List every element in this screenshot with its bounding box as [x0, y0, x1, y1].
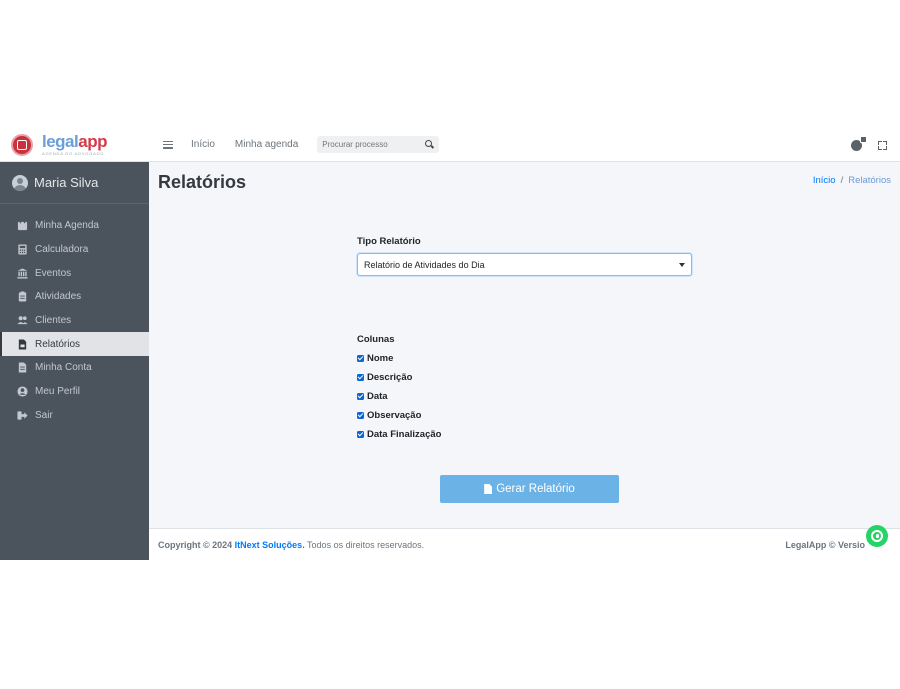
sidebar-item-label: Meu Perfil: [35, 386, 81, 398]
sidebar-item-minha-conta[interactable]: Minha Conta: [0, 356, 149, 380]
chevron-down-icon: [679, 262, 685, 267]
breadcrumb: Início / Relatórios: [813, 175, 891, 186]
user-notification-icon[interactable]: [851, 135, 867, 151]
tipo-relatorio-group: Tipo Relatório Relatório de Atividades d…: [357, 236, 692, 276]
breadcrumb-home[interactable]: Início: [813, 175, 836, 186]
tipo-relatorio-label: Tipo Relatório: [357, 236, 421, 247]
checkbox-label: Observação: [367, 409, 422, 421]
whatsapp-icon[interactable]: [866, 525, 888, 547]
sidebar: legalapp AGENDA DO ADVOGADO Maria Silva …: [0, 128, 149, 560]
top-link-minha-agenda[interactable]: Minha agenda: [235, 139, 298, 150]
colunas-group: Colunas Nome Descrição Data Observação D…: [357, 334, 441, 440]
copyright-text: Copyright © 2024: [158, 539, 233, 550]
sign-out-icon: [16, 409, 28, 421]
search-box: [317, 136, 440, 153]
main-content: Relatórios Início / Relatórios Tipo Rela…: [149, 162, 900, 527]
checkbox-label: Descrição: [367, 371, 413, 383]
checkbox-label: Nome: [367, 352, 394, 364]
sidebar-item-sair[interactable]: Sair: [0, 404, 149, 428]
sidebar-item-label: Relatórios: [35, 338, 81, 350]
menu-toggle-icon[interactable]: [163, 140, 173, 149]
checkbox-nome[interactable]: [357, 354, 364, 362]
sidebar-item-label: Atividades: [35, 291, 82, 303]
search-input[interactable]: [322, 140, 419, 149]
brand-name: legalapp: [42, 131, 107, 151]
user-panel[interactable]: Maria Silva: [0, 162, 149, 204]
colunas-option-data-finalizacao[interactable]: Data Finalização: [357, 428, 441, 440]
breadcrumb-current: Relatórios: [848, 175, 891, 186]
colunas-option-observacao[interactable]: Observação: [357, 409, 441, 421]
footer-version: LegalApp © Versio: [785, 539, 865, 550]
breadcrumb-separator: /: [840, 175, 844, 186]
brand-name-part1: legal: [42, 131, 79, 151]
footer-copyright: Copyright © 2024 ItNext Soluções. Todos …: [158, 540, 424, 550]
tipo-relatorio-value: Relatório de Atividades do Dia: [364, 259, 485, 270]
sidebar-item-clientes[interactable]: Clientes: [0, 309, 149, 333]
calendar-icon: [16, 220, 28, 232]
users-icon: [16, 315, 28, 327]
sidebar-item-label: Minha Conta: [35, 362, 92, 374]
file-pdf-icon: [484, 484, 493, 494]
search-icon[interactable]: [425, 140, 434, 149]
topbar: Início Minha agenda: [149, 128, 900, 162]
clipboard-icon: [16, 291, 28, 303]
top-link-inicio[interactable]: Início: [191, 139, 215, 150]
sidebar-item-label: Eventos: [35, 267, 72, 279]
checkbox-label: Data Finalização: [367, 428, 442, 440]
topbar-right: [851, 128, 887, 162]
sidebar-item-meu-perfil[interactable]: Meu Perfil: [0, 380, 149, 404]
tipo-relatorio-select[interactable]: Relatório de Atividades do Dia: [357, 253, 692, 276]
checkbox-data[interactable]: [357, 392, 364, 400]
fullscreen-icon[interactable]: [878, 140, 887, 150]
file-invoice-icon: [16, 362, 28, 374]
gerar-relatorio-label: Gerar Relatório: [496, 483, 575, 495]
calculator-icon: [16, 244, 28, 256]
colunas-option-nome[interactable]: Nome: [357, 352, 441, 364]
sidebar-item-label: Clientes: [35, 315, 72, 327]
footer: Copyright © 2024 ItNext Soluções. Todos …: [149, 528, 900, 560]
sidebar-item-calculadora[interactable]: Calculadora: [0, 238, 149, 262]
colunas-option-data[interactable]: Data: [357, 390, 441, 402]
checkbox-label: Data: [367, 390, 388, 402]
checkbox-observacao[interactable]: [357, 411, 364, 419]
user-circle-icon: [16, 386, 28, 398]
page-title: Relatórios: [158, 172, 247, 192]
notification-badge: [860, 135, 867, 143]
sidebar-item-eventos[interactable]: Eventos: [0, 261, 149, 285]
brand-logo-area[interactable]: legalapp AGENDA DO ADVOGADO: [0, 128, 149, 162]
app-window: legalapp AGENDA DO ADVOGADO Maria Silva …: [0, 128, 900, 560]
brand-text: legalapp AGENDA DO ADVOGADO: [42, 131, 107, 156]
sidebar-item-relatorios[interactable]: Relatórios: [0, 332, 149, 357]
landmark-icon: [16, 267, 28, 279]
colunas-option-descricao[interactable]: Descrição: [357, 371, 441, 383]
file-pdf-icon: [16, 338, 28, 350]
sidebar-item-label: Minha Agenda: [35, 220, 99, 232]
gerar-relatorio-button[interactable]: Gerar Relatório: [440, 475, 619, 503]
sidebar-item-atividades[interactable]: Atividades: [0, 285, 149, 309]
brand-tagline: AGENDA DO ADVOGADO: [42, 150, 105, 156]
sidebar-nav: Minha Agenda Calculadora Eventos Ativida…: [0, 204, 149, 427]
rights-text: Todos os direitos reservados.: [307, 539, 425, 550]
sidebar-item-label: Sair: [35, 409, 53, 421]
colunas-label: Colunas: [357, 334, 395, 345]
brand-emblem-icon: [11, 133, 33, 156]
checkbox-data-finalizacao[interactable]: [357, 430, 364, 438]
checkbox-descricao[interactable]: [357, 373, 364, 381]
sidebar-item-label: Calculadora: [35, 244, 89, 256]
company-link[interactable]: ItNext Soluções.: [235, 540, 305, 550]
avatar: [12, 174, 28, 191]
user-name: Maria Silva: [34, 175, 99, 190]
sidebar-item-minha-agenda[interactable]: Minha Agenda: [0, 214, 149, 238]
brand-name-part2: app: [78, 131, 107, 151]
